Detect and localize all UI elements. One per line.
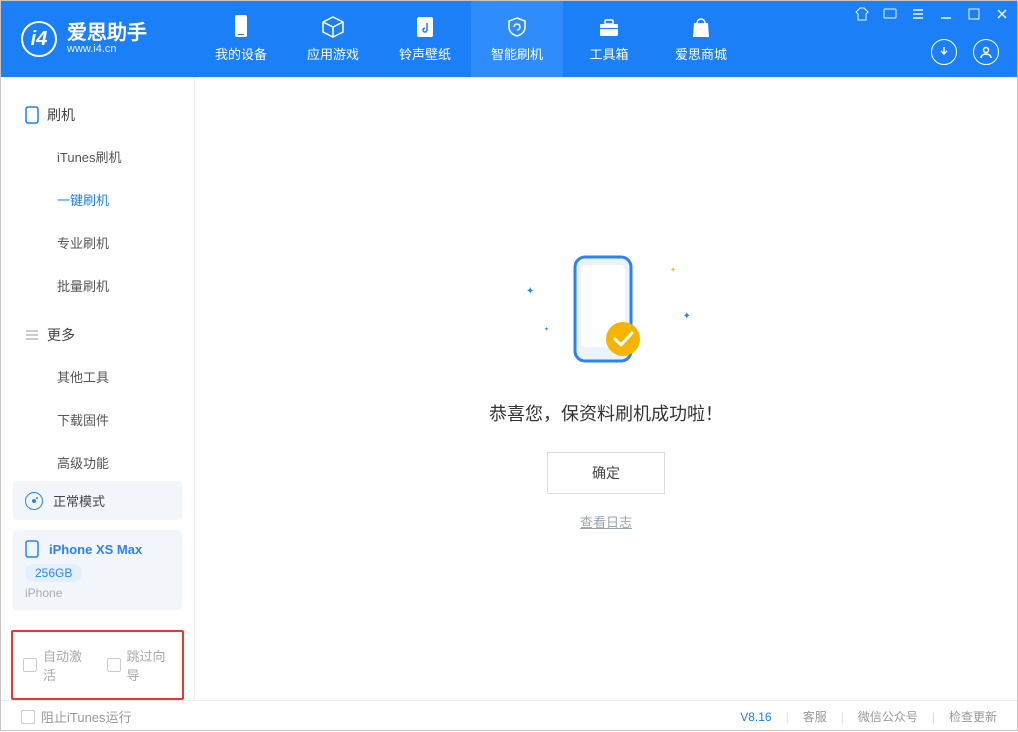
download-button[interactable] [931, 39, 957, 65]
tab-label: 爱思商城 [675, 44, 727, 63]
menu-icon[interactable] [911, 7, 925, 26]
sidebar-item-oneclick-flash[interactable]: 一键刷机 [1, 178, 194, 221]
device-storage-badge: 256GB [25, 564, 82, 582]
ok-button[interactable]: 确定 [547, 452, 665, 494]
checkbox-label: 自动激活 [43, 646, 89, 684]
user-button[interactable] [973, 39, 999, 65]
sidebar-item-other-tools[interactable]: 其他工具 [1, 355, 194, 398]
status-bar: 阻止iTunes运行 V8.16 | 客服 | 微信公众号 | 检查更新 [1, 700, 1017, 732]
success-illustration: ✦ ✦ ✦ ✦ [516, 246, 696, 376]
phone-outline-icon [25, 540, 39, 558]
mode-card[interactable]: 正常模式 [13, 481, 182, 520]
cube-icon [321, 15, 345, 39]
tab-tools[interactable]: 工具箱 [563, 1, 655, 77]
sidebar-content: 刷机 iTunes刷机 一键刷机 专业刷机 批量刷机 更多 其他工具 下载固件 … [1, 77, 194, 471]
tab-apps[interactable]: 应用游戏 [287, 1, 379, 77]
app-subtitle: www.i4.cn [67, 43, 147, 55]
close-button[interactable] [995, 7, 1009, 26]
app-logo-icon: i4 [21, 21, 57, 57]
checkbox-label: 阻止iTunes运行 [41, 707, 132, 726]
body-area: 刷机 iTunes刷机 一键刷机 专业刷机 批量刷机 更多 其他工具 下载固件 … [1, 77, 1017, 700]
sidebar-item-pro-flash[interactable]: 专业刷机 [1, 221, 194, 264]
maximize-button[interactable] [967, 7, 981, 26]
sidebar: 刷机 iTunes刷机 一键刷机 专业刷机 批量刷机 更多 其他工具 下载固件 … [1, 77, 195, 700]
view-log-link[interactable]: 查看日志 [580, 512, 632, 531]
window-controls [855, 7, 1009, 26]
checkbox-label: 跳过向导 [127, 646, 173, 684]
phone-success-icon [561, 251, 651, 371]
minimize-button[interactable] [939, 7, 953, 26]
version-label: V8.16 [740, 710, 771, 724]
sidebar-item-advanced[interactable]: 高级功能 [1, 441, 194, 471]
skip-guide-checkbox[interactable]: 跳过向导 [107, 646, 173, 684]
success-message: 恭喜您，保资料刷机成功啦！ [489, 400, 723, 426]
tab-mall[interactable]: 爱思商城 [655, 1, 747, 77]
bag-icon [689, 15, 713, 39]
device-name: iPhone XS Max [49, 542, 142, 557]
sidebar-item-download-firmware[interactable]: 下载固件 [1, 398, 194, 441]
tab-label: 我的设备 [215, 44, 267, 63]
block-itunes-checkbox[interactable]: 阻止iTunes运行 [21, 707, 132, 726]
support-link[interactable]: 客服 [803, 708, 827, 725]
device-panel: 正常模式 iPhone XS Max 256GB iPhone [1, 471, 194, 622]
tab-label: 智能刷机 [491, 44, 543, 63]
main-content: ✦ ✦ ✦ ✦ 恭喜您，保资料刷机成功啦！ 确定 查看日志 [195, 77, 1017, 700]
app-title: 爱思助手 [67, 23, 147, 43]
mode-label: 正常模式 [53, 491, 105, 510]
sidebar-section-flash: 刷机 [1, 87, 194, 135]
tab-flash[interactable]: 智能刷机 [471, 1, 563, 77]
phone-icon [229, 15, 253, 39]
list-icon [25, 328, 39, 342]
auto-activate-checkbox[interactable]: 自动激活 [23, 646, 89, 684]
header-action-icons [931, 39, 999, 65]
sidebar-item-itunes-flash[interactable]: iTunes刷机 [1, 135, 194, 178]
tab-label: 铃声壁纸 [399, 44, 451, 63]
feedback-icon[interactable] [883, 7, 897, 26]
main-tabs: 我的设备 应用游戏 铃声壁纸 智能刷机 工具箱 爱思商城 [195, 1, 747, 77]
device-icon [25, 106, 39, 124]
sidebar-item-batch-flash[interactable]: 批量刷机 [1, 264, 194, 307]
shirt-icon[interactable] [855, 7, 869, 26]
app-header: i4 爱思助手 www.i4.cn 我的设备 应用游戏 铃声壁纸 智能刷机 工具… [1, 1, 1017, 77]
check-update-link[interactable]: 检查更新 [949, 708, 997, 725]
sidebar-section-more: 更多 [1, 307, 194, 355]
device-card[interactable]: iPhone XS Max 256GB iPhone [13, 530, 182, 610]
toolbox-icon [597, 15, 621, 39]
refresh-shield-icon [505, 15, 529, 39]
music-file-icon [413, 15, 437, 39]
tab-ringtone[interactable]: 铃声壁纸 [379, 1, 471, 77]
section-title: 刷机 [47, 105, 75, 125]
device-type: iPhone [25, 586, 170, 600]
tab-label: 工具箱 [589, 44, 628, 63]
tab-label: 应用游戏 [307, 44, 359, 63]
flash-options-box: 自动激活 跳过向导 [11, 630, 184, 700]
logo-text: 爱思助手 www.i4.cn [67, 23, 147, 55]
section-title: 更多 [47, 325, 75, 345]
logo-area: i4 爱思助手 www.i4.cn [1, 21, 195, 57]
tab-my-device[interactable]: 我的设备 [195, 1, 287, 77]
wechat-link[interactable]: 微信公众号 [858, 708, 918, 725]
mode-icon [25, 492, 43, 510]
